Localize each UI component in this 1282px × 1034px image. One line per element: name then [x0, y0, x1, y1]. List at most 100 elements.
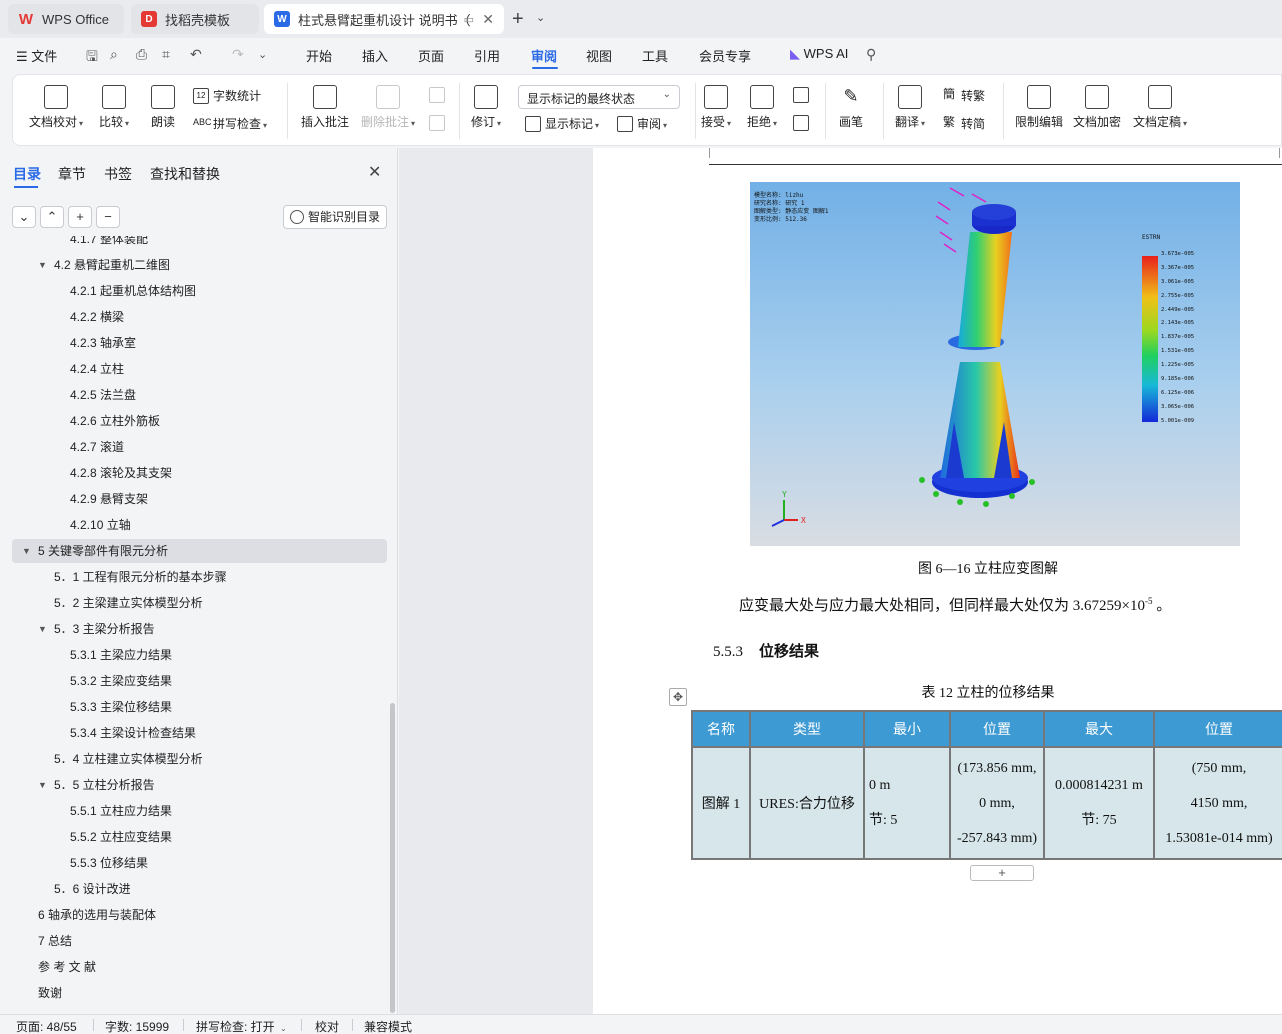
toc-item[interactable]: ▼ 4.2 悬臂起重机二维图: [12, 253, 387, 277]
encrypt-button[interactable]: 文档加密: [1073, 85, 1121, 130]
max-cell[interactable]: 0.000814231 m 节: 75: [1045, 748, 1153, 858]
toc-item[interactable]: 4.2.4 立柱: [12, 357, 387, 381]
toc-item[interactable]: 4.2.1 起重机总体结构图: [12, 279, 387, 303]
show-markup-button[interactable]: 显示标记 ▾: [525, 115, 599, 132]
new-tab-icon[interactable]: +: [512, 8, 524, 31]
finalize-button[interactable]: 文档定稿 ▾: [1133, 85, 1187, 130]
nav-scrollbar[interactable]: [390, 703, 395, 1013]
menu-wps-ai[interactable]: ◣ WPS AI: [790, 46, 848, 62]
to-simplified-button[interactable]: 繁 转简: [941, 115, 985, 132]
brush-icon[interactable]: ⌕: [110, 46, 118, 63]
restrict-edit-button[interactable]: 限制编辑: [1015, 85, 1063, 130]
toc-item[interactable]: 5．4 立柱建立实体模型分析: [12, 747, 387, 771]
spell-check-status[interactable]: 拼写检查: 打开 ⌄: [196, 1018, 287, 1034]
toc-item[interactable]: 5．2 主梁建立实体模型分析: [12, 591, 387, 615]
nav-tab-bookmark[interactable]: 书签: [104, 164, 132, 184]
expand-toggle-icon[interactable]: ▼: [38, 617, 47, 641]
read-aloud-button[interactable]: 朗读: [151, 85, 175, 130]
menu-file[interactable]: ☰ 文件: [16, 46, 57, 65]
toc-item[interactable]: 5.5.1 立柱应力结果: [12, 799, 387, 823]
markup-state-select[interactable]: 显示标记的最终状态 ⌄: [518, 85, 680, 109]
max-location-cell[interactable]: (750 mm, 4150 mm, 1.53081e-014 mm): [1155, 748, 1282, 858]
save-icon[interactable]: 🖫: [86, 46, 98, 70]
search-icon[interactable]: ⚲: [866, 46, 876, 63]
page-indicator[interactable]: 页面: 48/55: [16, 1018, 77, 1034]
close-icon[interactable]: ✕: [368, 162, 381, 182]
print-icon[interactable]: ⎙: [136, 46, 147, 63]
next-change-button[interactable]: [793, 115, 813, 131]
min-location-cell[interactable]: (173.856 mm, 0 mm, -257.843 mm): [951, 748, 1043, 858]
menu-member[interactable]: 会员专享: [699, 46, 751, 65]
name-cell[interactable]: 图解 1: [693, 748, 749, 858]
insert-comment-button[interactable]: 插入批注: [301, 85, 349, 130]
translate-button[interactable]: 翻译 ▾: [895, 85, 925, 130]
toc-item[interactable]: 5.3.1 主梁应力结果: [12, 643, 387, 667]
collapse-all-button[interactable]: ⌄: [12, 206, 36, 228]
toc-item[interactable]: 5.3.4 主梁设计检查结果: [12, 721, 387, 745]
toc-item[interactable]: 5.3.3 主梁位移结果: [12, 695, 387, 719]
toc-item[interactable]: 参 考 文 献: [12, 955, 387, 979]
toc-item[interactable]: 4.1.7 整体装配: [12, 236, 387, 251]
screen-icon[interactable]: ▭: [464, 13, 474, 26]
compare-button[interactable]: 比较 ▾: [99, 85, 129, 130]
track-changes-button[interactable]: 修订 ▾: [471, 85, 501, 130]
next-comment-button[interactable]: [429, 115, 449, 131]
tab-document[interactable]: W 柱式悬臂起重机设计 说明书（ ▭ ✕: [264, 4, 504, 34]
doc-proof-button[interactable]: 文档校对 ▾: [29, 85, 83, 130]
review-pane-button[interactable]: 审阅 ▾: [617, 115, 667, 132]
prev-comment-button[interactable]: [429, 87, 449, 103]
toc-item[interactable]: 4.2.8 滚轮及其支架: [12, 461, 387, 485]
toc-item[interactable]: 致谢: [12, 981, 387, 1005]
toc-item[interactable]: 5.5.3 位移结果: [12, 851, 387, 875]
toc-item[interactable]: 4.2.10 立轴: [12, 513, 387, 537]
toc-item[interactable]: ▼ 5．3 主梁分析报告: [12, 617, 387, 641]
word-count-status[interactable]: 字数: 15999: [105, 1018, 169, 1034]
close-tab-icon[interactable]: ✕: [482, 11, 494, 28]
reject-button[interactable]: 拒绝 ▾: [747, 85, 777, 130]
pen-button[interactable]: ✎ 画笔: [839, 85, 863, 130]
toc-item[interactable]: ▼ 5 关键零部件有限元分析: [12, 539, 387, 563]
nav-tab-find-replace[interactable]: 查找和替换: [150, 164, 220, 184]
prev-change-button[interactable]: [793, 87, 813, 103]
tab-template[interactable]: D 找稻壳模板: [131, 4, 259, 34]
menu-page[interactable]: 页面: [418, 46, 444, 65]
toc-item[interactable]: 5．1 工程有限元分析的基本步骤: [12, 565, 387, 589]
document-page[interactable]: Y X 模型名称: lizhu 研究名称: 研究 1 图解类型: 静态应变 图解…: [593, 148, 1282, 1014]
menu-reference[interactable]: 引用: [474, 46, 500, 65]
add-heading-button[interactable]: +: [68, 206, 92, 228]
displacement-table[interactable]: 名称 类型 最小 位置 最大 位置 图解 1 URES:合力位移 0 m 节: …: [691, 710, 1282, 860]
chevron-down-icon[interactable]: ⌄: [536, 11, 545, 24]
menu-view[interactable]: 视图: [586, 46, 612, 65]
toc-item[interactable]: 4.2.7 滚道: [12, 435, 387, 459]
toc-item[interactable]: 4.2.2 横梁: [12, 305, 387, 329]
expand-up-button[interactable]: ⌃: [40, 206, 64, 228]
expand-toggle-icon[interactable]: ▼: [22, 539, 31, 563]
expand-toggle-icon[interactable]: ▼: [38, 773, 47, 797]
to-traditional-button[interactable]: 簡 转繁: [941, 87, 985, 104]
spell-check-button[interactable]: ABC 拼写检查 ▾: [193, 115, 267, 132]
toc-item[interactable]: 5．6 设计改进: [12, 877, 387, 901]
toc-item[interactable]: 6 轴承的选用与装配体: [12, 903, 387, 927]
menu-tools[interactable]: 工具: [642, 46, 668, 65]
toc-item[interactable]: 4.2.3 轴承室: [12, 331, 387, 355]
toc-item[interactable]: 5.5.2 立柱应变结果: [12, 825, 387, 849]
proof-status[interactable]: 校对: [315, 1018, 339, 1034]
add-row-button[interactable]: +: [970, 865, 1034, 881]
nav-tab-chapter[interactable]: 章节: [58, 164, 86, 184]
word-count-button[interactable]: 12 字数统计: [193, 87, 261, 104]
tab-wps-office[interactable]: W WPS Office: [8, 4, 124, 34]
menu-start[interactable]: 开始: [306, 46, 332, 65]
undo-icon[interactable]: ↶: [190, 46, 202, 63]
accept-button[interactable]: 接受 ▾: [701, 85, 731, 130]
print-preview-icon[interactable]: ⌗: [162, 46, 170, 63]
chevron-down-icon[interactable]: ⌄: [258, 48, 267, 61]
strain-plot-figure[interactable]: Y X 模型名称: lizhu 研究名称: 研究 1 图解类型: 静态应变 图解…: [750, 182, 1240, 546]
expand-toggle-icon[interactable]: ▼: [38, 253, 47, 277]
toc-item[interactable]: ▼ 5．5 立柱分析报告: [12, 773, 387, 797]
type-cell[interactable]: URES:合力位移: [751, 748, 863, 858]
toc-item[interactable]: 4.2.6 立柱外筋板: [12, 409, 387, 433]
toc-item[interactable]: 7 总结: [12, 929, 387, 953]
remove-heading-button[interactable]: −: [96, 206, 120, 228]
menu-insert[interactable]: 插入: [362, 46, 388, 65]
redo-icon[interactable]: ↷: [232, 46, 244, 63]
